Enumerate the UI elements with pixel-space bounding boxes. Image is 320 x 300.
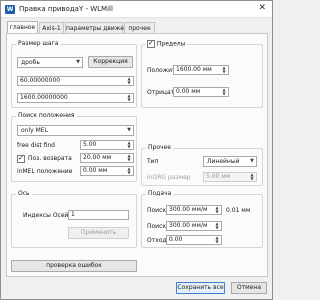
feed-title: Подача	[146, 190, 174, 197]
org-size-value: 5.00 мм	[206, 173, 231, 180]
close-icon[interactable]: ✕	[258, 3, 266, 13]
return-pos-label: Поз. возврата	[28, 155, 72, 162]
step-value2-text: 1600.00000000	[20, 94, 68, 101]
mel-pos-input[interactable]: 0.00 мм ▲ ▼	[80, 166, 134, 176]
position-search-group: Поиск положения only MEL ▼ free dist fin…	[11, 112, 137, 182]
tab-panel-main: Размер шага дробь ▼ Коррекция 60.0000000…	[6, 33, 268, 277]
apply-button[interactable]: Применить	[68, 227, 129, 239]
free-dist-value: 5.00	[83, 141, 97, 148]
spin-arrows-icon[interactable]: ▲ ▼	[126, 77, 132, 85]
cancel-button[interactable]: Отмена	[231, 282, 267, 294]
free-dist-label: free dist find	[17, 142, 55, 149]
axis-group: Ось Индексы Осей 1 Применить	[11, 190, 137, 248]
org-size-label: inORG размер	[147, 174, 191, 181]
search-mode-value: only MEL	[21, 127, 48, 134]
spin-arrows-icon[interactable]: ▲ ▼	[214, 206, 220, 214]
spin-arrows-icon[interactable]: ▲ ▼	[214, 236, 220, 244]
position-search-title: Поиск положения	[16, 112, 77, 119]
return-pos-input[interactable]: 20.00 мм ▲ ▼	[80, 153, 134, 163]
mel-pos-label: inMEL положение	[17, 168, 73, 175]
other-title: Прочее	[146, 144, 173, 151]
free-dist-input[interactable]: 5.00 ▲ ▼	[80, 140, 134, 150]
chevron-down-icon: ▼	[76, 59, 80, 65]
title-bar: W Правка приводаY - WLMill ✕	[1, 1, 272, 18]
limits-title: Пределы	[156, 40, 186, 48]
negative-limit-value: 0.00 мм	[176, 88, 201, 95]
step-size-group: Размер шага дробь ▼ Коррекция 60.0000000…	[11, 40, 137, 108]
save-all-button[interactable]: Сохранить все	[176, 282, 225, 294]
type-label: Тип	[147, 158, 159, 165]
dialog-window: W Правка приводаY - WLMill ✕ главное Axi…	[0, 0, 273, 300]
chevron-down-icon: ▼	[250, 158, 254, 164]
spin-arrows-icon[interactable]: ▲ ▼	[126, 167, 132, 175]
step-value2-input[interactable]: 1600.00000000 ▲ ▼	[17, 93, 134, 103]
spin-arrows-icon[interactable]: ▲ ▼	[214, 222, 220, 230]
retract-label: Отход	[147, 237, 167, 244]
spin-arrows-icon[interactable]: ▲ ▼	[126, 94, 132, 102]
app-logo-icon: W	[5, 5, 15, 14]
axis-indices-input[interactable]: 1	[68, 210, 129, 220]
step-mode-value: дробь	[21, 59, 40, 66]
type-select[interactable]: Линейный ▼	[203, 156, 257, 167]
limits-checkbox[interactable]	[147, 39, 155, 48]
positive-limit-input[interactable]: 1600.00 мм ▲ ▼	[173, 65, 229, 75]
search2-value: 300.00 мм/м	[169, 222, 208, 229]
return-pos-checkbox[interactable]	[17, 154, 25, 163]
search2-input[interactable]: 300.00 мм/м ▲ ▼	[166, 221, 222, 231]
negative-limit-input[interactable]: 0.00 мм ▲ ▼	[173, 87, 229, 97]
return-pos-value: 20.00 мм	[83, 154, 112, 161]
positive-limit-value: 1600.00 мм	[176, 66, 212, 73]
axis-title: Ось	[16, 190, 32, 197]
spin-arrows-icon[interactable]: ▲ ▼	[249, 173, 255, 181]
axis-indices-value: 1	[71, 211, 75, 218]
retract-input[interactable]: 0.00 ▲ ▼	[166, 235, 222, 245]
mel-pos-value: 0.00 мм	[83, 167, 108, 174]
correction-button[interactable]: Коррекция	[88, 56, 133, 68]
org-size-input[interactable]: 5.00 мм ▲ ▼	[203, 172, 257, 182]
search1-value: 300.00 мм/м	[169, 206, 208, 213]
retract-value: 0.00	[169, 236, 183, 243]
limits-title-wrap: Пределы	[145, 39, 188, 48]
chevron-down-icon: ▼	[127, 127, 131, 133]
type-value: Линейный	[207, 158, 240, 165]
positive-limit-label: Положит	[147, 67, 176, 74]
window-title: Правка приводаY - WLMill	[19, 5, 113, 13]
step-value1-text: 60.00000000	[20, 77, 61, 84]
spin-arrows-icon[interactable]: ▲ ▼	[126, 154, 132, 162]
search-mode-select[interactable]: only MEL ▼	[17, 125, 134, 136]
search1-input[interactable]: 300.00 мм/м ▲ ▼	[166, 205, 222, 215]
axis-indices-label: Индексы Осей	[23, 212, 69, 219]
step-mode-select[interactable]: дробь ▼	[17, 57, 83, 68]
check-errors-button[interactable]: проверка ошибок	[11, 260, 137, 272]
spin-arrows-icon[interactable]: ▲ ▼	[221, 66, 227, 74]
negative-limit-label: Отрицат	[147, 89, 175, 96]
spin-arrows-icon[interactable]: ▲ ▼	[221, 88, 227, 96]
feed-group: Подача Поиск1 300.00 мм/м ▲ ▼ 0.01 мм Пои…	[141, 190, 263, 248]
step-value1-input[interactable]: 60.00000000 ▲ ▼	[17, 76, 134, 86]
other-group: Прочее Тип Линейный ▼ inORG размер 5.00 …	[141, 144, 263, 186]
step-size-title: Размер шага	[16, 40, 61, 47]
spin-arrows-icon[interactable]: ▲ ▼	[126, 141, 132, 149]
search1-extra: 0.01 мм	[226, 207, 251, 214]
limits-group: Пределы Положит 1600.00 мм ▲▼ Отрицат 0.…	[141, 39, 263, 108]
